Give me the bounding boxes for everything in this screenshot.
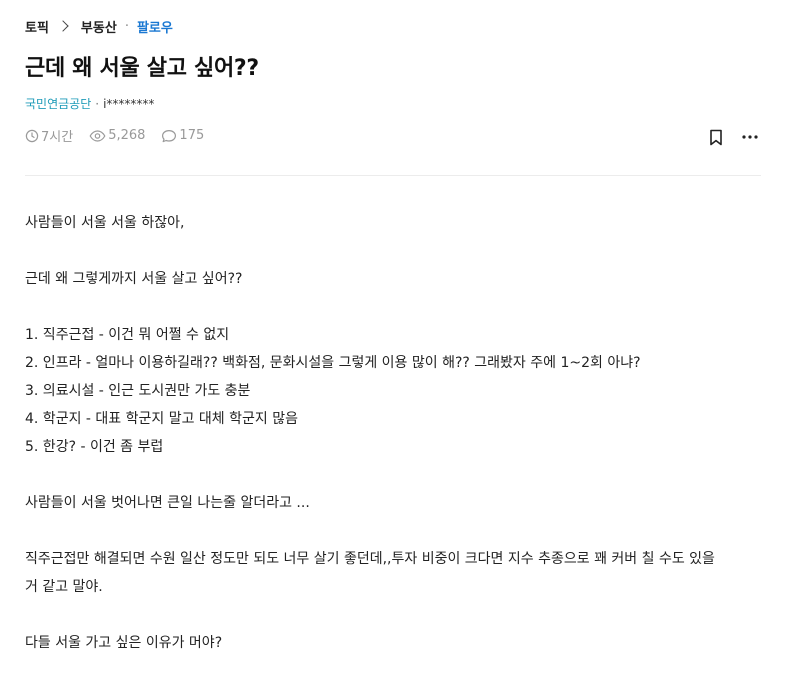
author-line: 국민연금공단 · i********	[25, 95, 154, 112]
body-paragraph: 다들 서울 가고 싶은 이유가 머야?	[25, 635, 223, 651]
body-paragraph: 직주근접만 해결되면 수원 일산 정도만 되도 너무 살기 좋던데,,투자 비중…	[25, 551, 715, 567]
comments-stat: 175	[161, 128, 204, 143]
author-separator: ·	[95, 96, 100, 111]
body-paragraph: 사람들이 서울 서울 하잖아,	[25, 215, 185, 231]
bookmark-icon	[710, 129, 722, 145]
body-paragraph: 사람들이 서울 벗어나면 큰일 나는줄 알더라고 ...	[25, 495, 310, 511]
post-meta: 7시간 5,268 175	[25, 126, 220, 145]
comment-count: 175	[179, 128, 205, 143]
bookmark-button[interactable]	[705, 127, 727, 147]
list-item: 1. 직주근접 - 이건 뭐 어쩔 수 없지	[25, 327, 230, 343]
breadcrumb-category[interactable]: 부동산	[81, 17, 117, 36]
breadcrumb: 토픽 부동산 · 팔로우	[25, 16, 173, 36]
post-actions	[705, 127, 761, 147]
more-button[interactable]	[739, 127, 761, 147]
time-ago: 7시간	[41, 130, 74, 145]
list-item: 4. 학군지 - 대표 학군지 말고 대체 학군지 많음	[25, 411, 298, 427]
time-stat: 7시간	[25, 126, 73, 145]
list-item: 5. 한강? - 이건 좀 부럽	[25, 439, 164, 455]
breadcrumb-topic[interactable]: 토픽	[25, 17, 49, 36]
clock-icon	[25, 129, 39, 142]
more-icon	[742, 135, 758, 139]
post-title: 근데 왜 서울 살고 싶어??	[25, 56, 259, 81]
list-item: 3. 의료시설 - 인근 도시권만 가도 충분	[25, 383, 251, 399]
header-divider	[25, 175, 761, 176]
view-count: 5,268	[108, 128, 146, 143]
comment-icon	[162, 129, 177, 142]
body-paragraph: 거 같고 말야.	[25, 579, 103, 595]
post-body: 사람들이 서울 서울 하잖아, 근데 왜 그렇게까지 서울 살고 싶어?? 1.…	[25, 209, 761, 657]
views-stat: 5,268	[89, 128, 145, 143]
chevron-right-icon	[57, 20, 69, 32]
list-item: 2. 인프라 - 얼마나 이용하길래?? 백화점, 문화시설을 그렇게 이용 많…	[25, 355, 641, 371]
author-company[interactable]: 국민연금공단	[25, 95, 91, 112]
eye-icon	[89, 129, 106, 142]
body-paragraph: 근데 왜 그렇게까지 서울 살고 싶어??	[25, 271, 243, 287]
breadcrumb-dot: ·	[124, 18, 129, 34]
follow-button[interactable]: 팔로우	[137, 17, 173, 36]
author-nickname: i********	[103, 96, 155, 111]
